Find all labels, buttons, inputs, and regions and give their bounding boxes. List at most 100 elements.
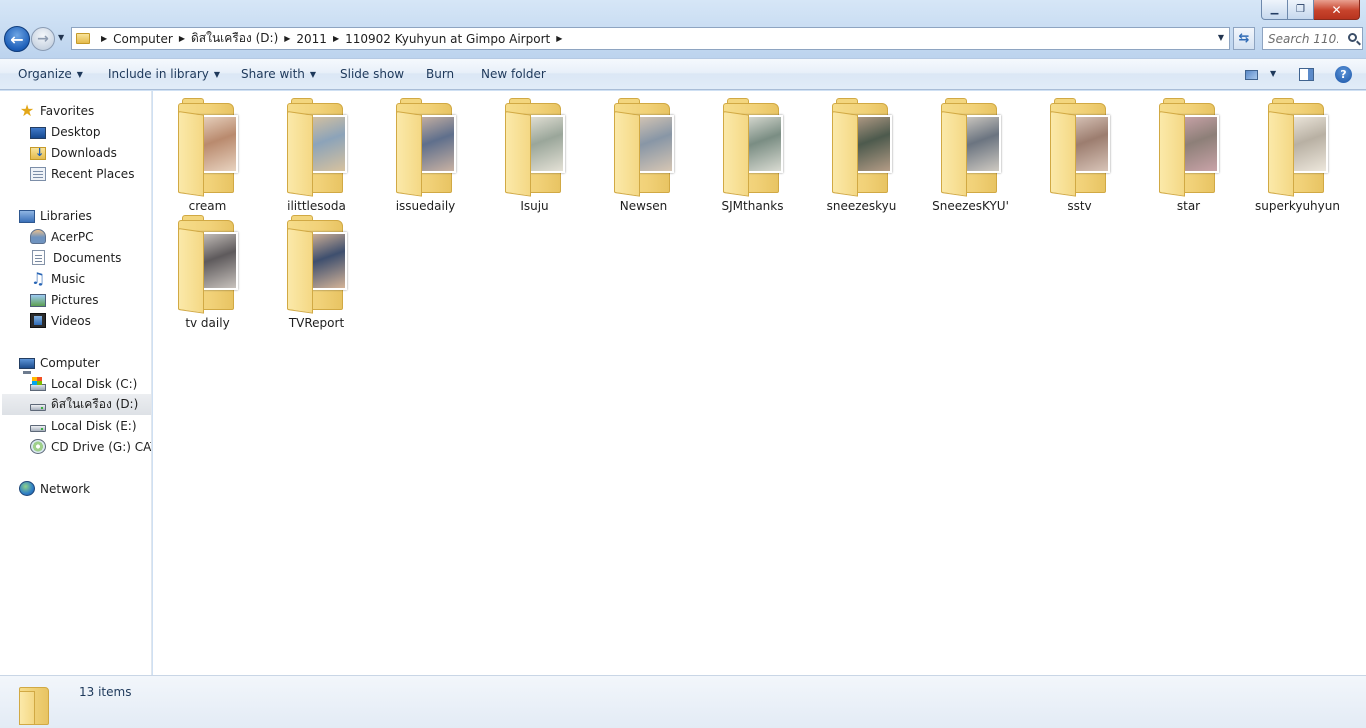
folder-item[interactable]: ilittlesoda [264,95,369,213]
forward-button[interactable]: → [31,27,55,51]
sidebar-item-label: Network [40,481,91,496]
sidebar-item-label: Computer [40,355,100,370]
search-input[interactable] [1268,31,1338,46]
folder-name: issuedaily [395,199,456,213]
include-in-library-label: Include in library [108,67,209,81]
sidebar-item-drive-d[interactable]: ดิสในเครือง (D:) [2,394,151,415]
sidebar-item-desktop[interactable]: Desktop [30,121,151,142]
folder-name: ilittlesoda [287,199,346,213]
more-views-dropdown[interactable]: ▼ [1270,69,1276,78]
sidebar-item-label: CD Drive (G:) CAT C [51,439,151,454]
refresh-button[interactable]: ⇆ [1233,27,1255,50]
folder-item[interactable]: Newsen [591,95,696,213]
sidebar-item-favorites[interactable]: ★ Favorites [19,100,151,121]
slide-show-button[interactable]: Slide show [340,67,404,81]
breadcrumb-drive-d[interactable]: ดิสในเครือง (D:) [191,29,278,48]
close-button[interactable]: ✕ [1314,0,1360,20]
sidebar-item-local-disk-c[interactable]: Local Disk (C:) [30,373,151,394]
sidebar-item-acerpc[interactable]: AcerPC [30,226,151,247]
folder-icon [1050,98,1110,197]
sidebar-item-local-disk-e[interactable]: Local Disk (E:) [30,415,151,436]
folder-item[interactable]: sneezeskyu [809,95,914,213]
chevron-down-icon: ▼ [309,70,317,79]
address-bar[interactable]: ▶ Computer ▶ ดิสในเครือง (D:) ▶ 2011 ▶ 1… [71,27,1230,50]
folder-name: sneezeskyu [826,199,897,213]
sidebar-item-computer[interactable]: Computer [19,352,151,374]
folder-name: SneezesKYU' [932,199,1009,213]
folder-icon [832,98,892,197]
folder-icon [287,98,347,197]
sidebar-item-libraries[interactable]: Libraries [19,205,151,226]
folder-name: sstv [1067,199,1092,213]
desktop-icon [30,126,46,139]
computer-icon [19,357,35,374]
folder-item[interactable]: tv daily [155,212,260,330]
back-button[interactable]: ← [4,26,30,52]
help-icon[interactable]: ? [1335,66,1352,83]
breadcrumb-separator[interactable]: ▶ [284,34,290,43]
hard-drive-icon [30,424,46,432]
breadcrumb-separator[interactable]: ▶ [179,34,185,43]
breadcrumb-current-folder[interactable]: 110902 Kyuhyun at Gimpo Airport [345,32,550,46]
sidebar-item-downloads[interactable]: Downloads [30,142,151,163]
breadcrumb-separator[interactable]: ▶ [101,34,107,43]
item-count: 13 items [79,685,132,699]
breadcrumb-separator[interactable]: ▶ [556,34,562,43]
sidebar-item-label: Desktop [51,124,101,139]
folder-icon [19,683,57,725]
folder-icon [723,98,783,197]
sidebar-item-label: Pictures [51,292,99,307]
folder-item[interactable]: SJMthanks [700,95,805,213]
address-history-dropdown[interactable]: ▼ [1218,33,1224,42]
sidebar-item-recent-places[interactable]: Recent Places [30,163,151,184]
cd-drive-icon [30,439,46,454]
change-view-icon[interactable] [1245,70,1258,80]
folder-item[interactable]: sstv [1027,95,1132,213]
folder-icon [178,98,238,197]
folder-name: star [1176,199,1201,213]
share-with-button[interactable]: Share with ▼ [241,67,316,81]
sidebar-item-pictures[interactable]: Pictures [30,289,151,310]
breadcrumb-2011[interactable]: 2011 [296,32,327,46]
folder-item[interactable]: superkyuhyun [1245,95,1350,213]
sidebar-item-documents[interactable]: Documents [32,247,151,268]
command-bar: Organize ▼ Include in library ▼ Share with… [0,58,1366,90]
breadcrumb-computer[interactable]: Computer [113,32,173,46]
downloads-icon [30,146,46,160]
folder-icon [1268,98,1328,197]
sidebar-item-label: Libraries [40,208,92,223]
sidebar-item-label: Music [51,271,86,286]
search-box[interactable] [1262,27,1363,50]
folder-item[interactable]: star [1136,95,1241,213]
details-pane: 13 items [0,675,1366,728]
sidebar-item-music[interactable]: ♫ Music [30,268,151,289]
sidebar-item-cd-drive-g[interactable]: CD Drive (G:) CAT C [30,436,151,457]
preview-pane-icon[interactable] [1299,68,1314,81]
recent-pages-dropdown[interactable]: ▼ [58,33,64,42]
chevron-down-icon: ▼ [213,70,221,79]
folder-item[interactable]: issuedaily [373,95,478,213]
folder-item[interactable]: SneezesKYU' [918,95,1023,213]
window-controls: ▁ ❐ ✕ [1261,0,1360,20]
sidebar-item-label: Local Disk (C:) [51,376,138,391]
chevron-down-icon: ▼ [76,70,83,79]
folder-item[interactable]: TVReport [264,212,369,330]
user-icon [30,229,46,244]
sidebar-item-label: AcerPC [51,229,94,244]
sidebar-item-videos[interactable]: Videos [30,310,151,331]
sidebar-item-network[interactable]: Network [19,478,151,499]
maximize-button[interactable]: ❐ [1288,0,1314,20]
sidebar-item-label: Videos [51,313,91,328]
include-in-library-button[interactable]: Include in library ▼ [108,67,220,81]
organize-button[interactable]: Organize ▼ [18,67,83,81]
search-icon[interactable] [1348,33,1357,42]
folder-name: superkyuhyun [1255,199,1340,213]
breadcrumb-separator[interactable]: ▶ [333,34,339,43]
recent-places-icon [30,167,46,181]
minimize-button[interactable]: ▁ [1261,0,1288,20]
folder-icon [178,215,238,314]
new-folder-button[interactable]: New folder [481,67,546,81]
folder-item[interactable]: Isuju [482,95,587,213]
folder-item[interactable]: cream [155,95,260,213]
burn-button[interactable]: Burn [426,67,454,81]
